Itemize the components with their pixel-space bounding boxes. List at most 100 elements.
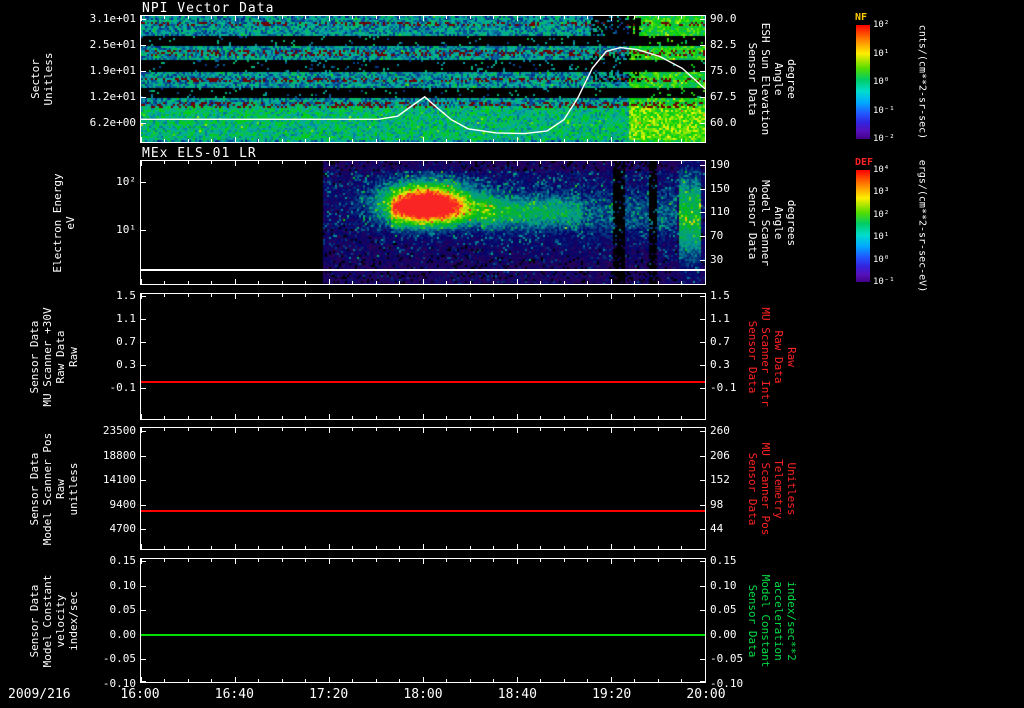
axis-tick — [399, 559, 400, 562]
axis-tick — [705, 677, 706, 682]
axis-tick — [540, 416, 541, 419]
axis-tick — [470, 416, 471, 419]
axis-tick — [681, 559, 682, 562]
axis-tick — [329, 544, 330, 549]
y-tick-label-right: 0.10 — [710, 579, 737, 592]
axis-tick — [540, 16, 541, 19]
axis-tick — [282, 679, 283, 682]
axis-tick — [611, 279, 612, 284]
panel-left-axis-label: Electron Energy eV — [51, 173, 77, 272]
axis-tick — [305, 428, 306, 431]
axis-tick — [352, 161, 353, 164]
axis-tick — [141, 296, 146, 297]
axis-tick — [141, 137, 142, 142]
axis-tick — [211, 428, 212, 431]
axis-tick — [235, 559, 236, 564]
axis-tick — [329, 294, 330, 299]
axis-tick — [376, 546, 377, 549]
nf-colorbar-title: NF — [855, 12, 867, 23]
axis-tick — [235, 294, 236, 299]
axis-tick — [493, 559, 494, 562]
axis-tick — [376, 416, 377, 419]
y-tick-label-right: 0.7 — [710, 335, 730, 348]
axis-tick — [141, 45, 146, 46]
axis-tick — [305, 546, 306, 549]
axis-tick — [329, 16, 330, 21]
axis-tick — [258, 546, 259, 549]
axis-tick — [164, 294, 165, 297]
axis-tick — [141, 342, 146, 343]
axis-tick — [700, 260, 705, 261]
axis-tick — [700, 212, 705, 213]
axis-tick — [399, 281, 400, 284]
y-tick-label-left: 23500 — [76, 424, 136, 437]
axis-tick — [681, 294, 682, 297]
colorbar-tick-label: 10⁻² — [873, 134, 895, 144]
axis-tick — [258, 416, 259, 419]
axis-tick — [399, 294, 400, 297]
axis-tick — [141, 388, 146, 389]
axis-tick — [587, 161, 588, 164]
y-tick-label-right: 44 — [710, 522, 723, 535]
axis-tick — [141, 659, 146, 660]
axis-tick — [164, 416, 165, 419]
axis-tick — [423, 414, 424, 419]
axis-tick — [188, 294, 189, 297]
colorbar-tick-label: 10¹ — [873, 49, 889, 59]
axis-tick — [376, 559, 377, 562]
y-tick-label-left: -0.1 — [76, 381, 136, 394]
panel-left-axis-label: Sensor Data Model Constant velocity inde… — [28, 574, 80, 667]
axis-tick — [564, 559, 565, 562]
axis-tick — [305, 16, 306, 19]
y-tick-label-right: 30 — [710, 253, 723, 266]
axis-tick — [540, 546, 541, 549]
colorbar-tick-label: 10⁴ — [873, 165, 889, 175]
els-baseline-line — [141, 269, 705, 271]
colorbar-tick-label: 10⁻¹ — [873, 106, 895, 116]
y-tick-label-right: 90.0 — [710, 12, 737, 25]
axis-tick — [141, 182, 146, 183]
y-tick-label-left: 10¹ — [76, 223, 136, 236]
axis-tick — [282, 546, 283, 549]
y-tick-label-left: 0.00 — [76, 628, 136, 641]
axis-tick — [188, 161, 189, 164]
axis-tick — [446, 139, 447, 142]
axis-tick — [141, 365, 146, 366]
axis-tick — [700, 319, 705, 320]
time-tick-label: 18:00 — [403, 687, 442, 702]
axis-tick — [658, 559, 659, 562]
axis-tick — [282, 428, 283, 431]
axis-tick — [305, 416, 306, 419]
axis-tick — [564, 416, 565, 419]
y-tick-label-right: -0.05 — [710, 652, 743, 665]
axis-tick — [493, 281, 494, 284]
axis-tick — [517, 161, 518, 166]
axis-tick — [658, 139, 659, 142]
axis-tick — [564, 546, 565, 549]
y-tick-label-right: -0.1 — [710, 381, 737, 394]
axis-tick — [329, 428, 330, 433]
axis-tick — [399, 139, 400, 142]
axis-tick — [611, 428, 612, 433]
axis-tick — [258, 16, 259, 19]
axis-tick — [305, 161, 306, 164]
axis-tick — [282, 139, 283, 142]
axis-tick — [634, 416, 635, 419]
axis-tick — [188, 546, 189, 549]
axis-tick — [282, 281, 283, 284]
axis-tick — [705, 559, 706, 564]
y-tick-label-left: 1.1 — [76, 312, 136, 325]
axis-tick — [517, 677, 518, 682]
axis-tick — [188, 416, 189, 419]
axis-tick — [611, 294, 612, 299]
axis-tick — [376, 16, 377, 19]
axis-tick — [235, 161, 236, 166]
axis-tick — [352, 416, 353, 419]
colorbar-tick-label: 10¹ — [873, 232, 889, 242]
axis-tick — [141, 123, 146, 124]
colorbar-tick-label: 10² — [873, 210, 889, 220]
axis-tick — [446, 416, 447, 419]
axis-tick — [235, 279, 236, 284]
axis-tick — [700, 71, 705, 72]
axis-tick — [352, 281, 353, 284]
